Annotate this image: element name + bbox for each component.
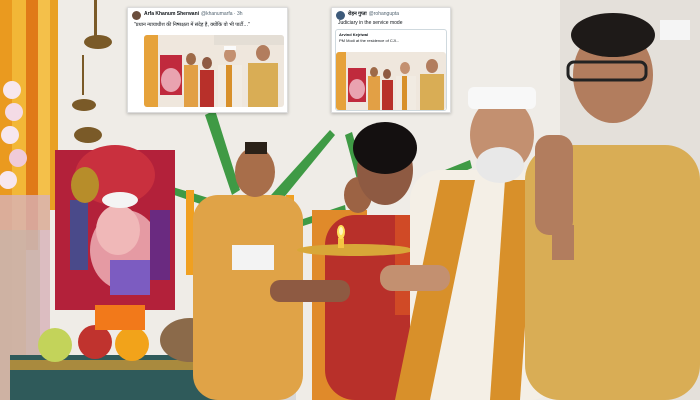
tweet-card-2[interactable]: रोहन गुप्ता @rohangupta Judiciary in the …	[331, 7, 451, 113]
ganesh-puja-photo-icon	[336, 52, 446, 110]
tweet-text: "प्रधान न्यायाधीश की निष्पक्षता में संदे…	[134, 22, 251, 28]
tweet-text: Judiciary in the service mode	[338, 20, 403, 26]
tweet-photo[interactable]	[144, 35, 284, 107]
tweet-card-1[interactable]: Arfa Khanum Sherwani @khanumarfa · 3h "प्…	[127, 7, 288, 113]
avatar	[132, 11, 141, 20]
ganesh-idol	[55, 145, 175, 310]
tweet-user[interactable]: Arfa Khanum Sherwani @khanumarfa · 3h	[144, 11, 243, 17]
quoted-text: PM Modi at the residence of CJI...	[339, 38, 400, 43]
tweet-user[interactable]: रोहन गुप्ता @rohangupta	[348, 11, 399, 17]
avatar	[336, 11, 345, 20]
ganesh-puja-photo-icon	[144, 35, 284, 107]
quoted-user: Arvind Kejriwal	[339, 32, 369, 37]
quoted-photo[interactable]	[336, 52, 446, 110]
quoted-tweet[interactable]: Arvind Kejriwal PM Modi at the residence…	[335, 29, 447, 111]
